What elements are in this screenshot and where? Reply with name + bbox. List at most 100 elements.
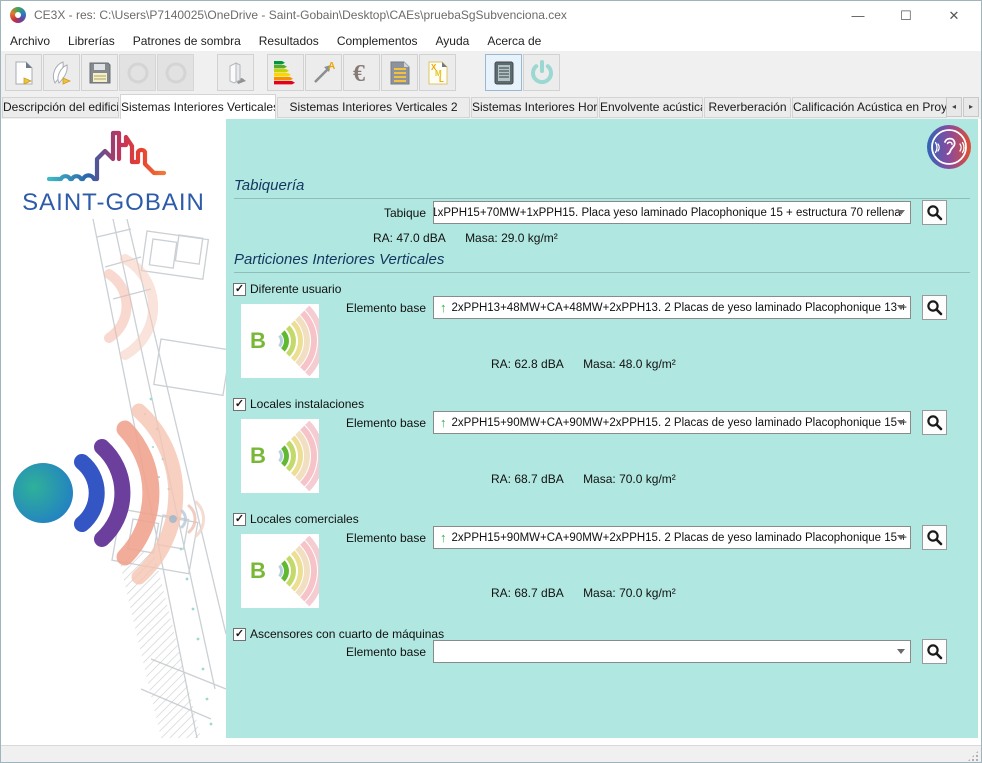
disabled-tool-button <box>119 54 156 91</box>
elemento-base-search-button-2[interactable] <box>922 410 947 435</box>
datos-panel-icon <box>491 60 517 86</box>
skyline-icon <box>11 127 216 187</box>
xml-export-button[interactable]: X M L <box>419 54 456 91</box>
disabled-tool-button <box>157 54 194 91</box>
masa-value: Masa: 70.0 kg/m² <box>583 586 676 600</box>
checkbox-diferente-usuario[interactable]: ✓ Diferente usuario <box>233 282 341 296</box>
close-button[interactable]: ✕ <box>931 1 977 30</box>
new-file-icon <box>11 60 37 86</box>
menu-item-complementos[interactable]: Complementos <box>328 34 427 48</box>
ra-value: RA: 68.7 dBA <box>491 472 564 486</box>
app-window: CE3X - res: C:\Users\P7140025\OneDrive -… <box>0 0 982 763</box>
acoustic-rating-b-icon: B <box>241 304 319 378</box>
menu-item-resultados[interactable]: Resultados <box>250 34 328 48</box>
logo-wordmark: SAINT-GOBAIN <box>11 189 216 217</box>
svg-text:A: A <box>328 61 335 72</box>
tab-calificacion-acustica[interactable]: Calificación Acústica en Proyect <box>792 97 947 118</box>
masa-value: Masa: 48.0 kg/m² <box>583 357 676 371</box>
sound-wave-icon <box>13 411 176 577</box>
tab-sistemas-interiores-verticales[interactable]: Sistemas Interiores Verticales <box>120 94 276 119</box>
title-bar: CE3X - res: C:\Users\P7140025\OneDrive -… <box>1 1 981 30</box>
section-title-particiones: Particiones Interiores Verticales <box>234 251 970 273</box>
save-button[interactable] <box>81 54 118 91</box>
tabique-search-button[interactable] <box>922 200 947 225</box>
tab-sistemas-interiores-horizontales[interactable]: Sistemas Interiores Horizontales <box>471 97 598 118</box>
particion-results: RA: 68.7 dBA Masa: 70.0 kg/m² <box>491 586 692 600</box>
elemento-base-dropdown-1[interactable]: ↑ 2xPPH13+48MW+CA+48MW+2xPPH13. 2 Placas… <box>433 296 911 319</box>
elemento-base-search-button-1[interactable] <box>922 295 947 320</box>
elemento-base-search-button-4[interactable] <box>922 639 947 664</box>
particion-results: RA: 68.7 dBA Masa: 70.0 kg/m² <box>491 472 692 486</box>
checkbox-icon[interactable]: ✓ <box>233 513 246 526</box>
acoustic-rating-b-icon: B <box>241 534 319 608</box>
chevron-down-icon <box>897 305 905 310</box>
rating-arrow-button[interactable]: A <box>305 54 342 91</box>
menu-item-librerias[interactable]: Librerías <box>59 34 124 48</box>
acoustics-ear-icon <box>926 124 972 170</box>
menu-item-patrones[interactable]: Patrones de sombra <box>124 34 250 48</box>
elemento-base-dropdown-2[interactable]: ↑ 2xPPH15+90MW+CA+90MW+2xPPH15. 2 Placas… <box>433 411 911 434</box>
checkbox-ascensores[interactable]: ✓ Ascensores con cuarto de máquinas <box>233 627 444 641</box>
search-icon <box>926 643 943 660</box>
menu-bar: Archivo Librerías Patrones de sombra Res… <box>1 30 981 51</box>
power-icon <box>528 59 556 87</box>
tab-scroll-right-button[interactable]: ▸ <box>963 97 979 117</box>
menu-item-archivo[interactable]: Archivo <box>1 34 59 48</box>
toolbar: A € X M L <box>1 51 981 95</box>
elemento-base-search-button-3[interactable] <box>922 525 947 550</box>
window-title: CE3X - res: C:\Users\P7140025\OneDrive -… <box>34 8 567 22</box>
ra-value: RA: 68.7 dBA <box>491 586 564 600</box>
particion-results: RA: 62.8 dBA Masa: 48.0 kg/m² <box>491 357 692 371</box>
tabique-label: Tabique <box>234 206 426 220</box>
app-logo-icon <box>10 7 26 23</box>
euro-icon: € <box>349 60 375 86</box>
building-3d-button[interactable] <box>217 54 254 91</box>
energy-label-icon <box>272 59 299 86</box>
tab-bar: Descripción del edificio Sistemas Interi… <box>1 94 981 119</box>
up-arrow-icon: ↑ <box>440 530 447 545</box>
svg-text:L: L <box>439 75 444 84</box>
chevron-down-icon <box>897 649 905 654</box>
xml-export-icon: X M L <box>425 60 451 86</box>
menu-item-ayuda[interactable]: Ayuda <box>427 34 479 48</box>
report-button[interactable] <box>381 54 418 91</box>
elemento-base-dropdown-3[interactable]: ↑ 2xPPH15+90MW+CA+90MW+2xPPH15. 2 Placas… <box>433 526 911 549</box>
building-3d-icon <box>223 60 249 86</box>
dropdown-value: 2xPPH15+90MW+CA+90MW+2xPPH15. 2 Placas d… <box>452 417 912 429</box>
checkbox-icon[interactable]: ✓ <box>233 283 246 296</box>
arrow-right-icon: ▸ <box>969 102 973 111</box>
euro-button[interactable]: € <box>343 54 380 91</box>
main-area: SAINT-GOBAIN <box>1 119 982 738</box>
new-file-button[interactable] <box>5 54 42 91</box>
checkbox-locales-instalaciones[interactable]: ✓ Locales instalaciones <box>233 397 364 411</box>
open-file-button[interactable] <box>43 54 80 91</box>
dropdown-value: 2xPPH13+48MW+CA+48MW+2xPPH13. 2 Placas d… <box>452 302 912 314</box>
resize-grip[interactable] <box>968 751 978 761</box>
ra-value: RA: 62.8 dBA <box>491 357 564 371</box>
checkbox-icon[interactable]: ✓ <box>233 628 246 641</box>
minimize-button[interactable]: — <box>835 1 881 30</box>
energy-label-button[interactable] <box>267 54 304 91</box>
open-file-icon <box>49 60 75 86</box>
rating-arrow-icon: A <box>311 60 337 86</box>
acoustic-rating-b-icon: B <box>241 419 319 493</box>
dropdown-value: 2xPPH15+90MW+CA+90MW+2xPPH15. 2 Placas d… <box>452 532 912 544</box>
checkbox-icon[interactable]: ✓ <box>233 398 246 411</box>
up-arrow-icon: ↑ <box>440 415 447 430</box>
tabique-dropdown[interactable]: 1xPPH15+70MW+1xPPH15. Placa yeso laminad… <box>433 201 911 224</box>
tab-scroll-left-button[interactable]: ◂ <box>946 97 962 117</box>
power-button[interactable] <box>523 54 560 91</box>
tab-descripcion-edificio[interactable]: Descripción del edificio <box>2 97 119 118</box>
elemento-base-dropdown-4[interactable] <box>433 640 911 663</box>
menu-item-acerca[interactable]: Acerca de <box>478 34 550 48</box>
tab-envolvente-acustica[interactable]: Envolvente acústica <box>599 97 703 118</box>
maximize-button[interactable]: ☐ <box>883 1 929 30</box>
chevron-down-icon <box>897 535 905 540</box>
datos-panel-button[interactable] <box>485 54 522 91</box>
tab-sistemas-interiores-verticales-2[interactable]: Sistemas Interiores Verticales 2 <box>277 97 470 118</box>
chevron-down-icon <box>897 210 905 215</box>
tab-reverberacion[interactable]: Reverberación <box>704 97 791 118</box>
checkbox-locales-comerciales[interactable]: ✓ Locales comerciales <box>233 512 359 526</box>
search-icon <box>926 204 943 221</box>
masa-value: Masa: 29.0 kg/m² <box>465 231 558 245</box>
